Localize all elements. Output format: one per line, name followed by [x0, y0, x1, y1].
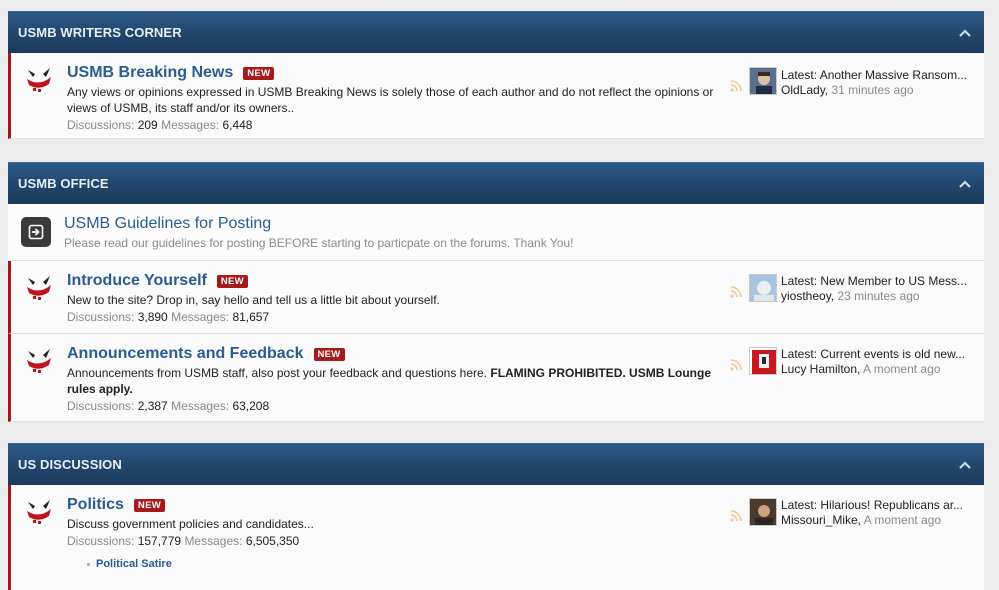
category-header[interactable]: USMB OFFICE — [8, 162, 984, 204]
category-usmb-office: USMB OFFICE USMB Guidelines for Posting … — [8, 162, 984, 422]
forum-stats: Discussions: 3,890 Messages: 81,657 — [67, 309, 727, 325]
messages-label: Messages: — [184, 534, 243, 548]
forum-stats: Discussions: 2,387 Messages: 63,208 — [67, 398, 727, 414]
usmb-logo-icon — [27, 500, 51, 524]
forum-title[interactable]: Introduce Yourself — [67, 272, 207, 290]
latest-user[interactable]: yiostheoy, — [781, 289, 834, 303]
latest-post: Latest: Current events is old new... Luc… — [781, 347, 977, 377]
latest-thread-link[interactable]: Latest: New Member to US Mess... — [781, 274, 977, 289]
arrow-right-box-icon — [21, 217, 51, 247]
discussions-count: 157,779 — [137, 534, 182, 548]
usmb-logo-icon — [27, 276, 51, 300]
avatar[interactable] — [749, 498, 777, 526]
new-badge: NEW — [243, 66, 275, 80]
usmb-logo-icon — [27, 349, 51, 373]
new-badge: NEW — [216, 274, 248, 288]
latest-thread-link[interactable]: Latest: Current events is old new... — [781, 347, 977, 362]
forum-stats: Discussions: 157,779 Messages: 6,505,350 — [67, 533, 727, 549]
messages-count: 6,448 — [222, 118, 253, 132]
latest-time[interactable]: 23 minutes ago — [837, 289, 919, 303]
link-forum-description: Please read our guidelines for posting B… — [64, 236, 574, 250]
latest-user[interactable]: Missouri_Mike, — [781, 513, 861, 527]
discussions-label: Discussions: — [67, 534, 135, 548]
chevron-up-icon[interactable] — [958, 177, 972, 191]
forum-node: USMB Breaking News NEW Any views or opin… — [8, 53, 984, 139]
link-forum-title[interactable]: USMB Guidelines for Posting — [64, 215, 271, 232]
discussions-count: 209 — [137, 118, 158, 132]
latest-post: Latest: New Member to US Mess... yiosthe… — [781, 274, 977, 304]
forum-node: Introduce Yourself NEW New to the site? … — [8, 261, 984, 334]
new-badge: NEW — [133, 498, 165, 512]
latest-user[interactable]: Lucy Hamilton, — [781, 362, 860, 376]
messages-count: 6,505,350 — [245, 534, 300, 548]
latest-post: Latest: Hilarious! Republicans ar... Mis… — [781, 498, 977, 528]
messages-count: 81,657 — [232, 310, 270, 324]
forum-description: Announcements from USMB staff, also post… — [67, 365, 727, 397]
category-title[interactable]: USMB OFFICE — [18, 176, 109, 191]
usmb-logo-icon — [27, 68, 51, 92]
forum-title[interactable]: USMB Breaking News — [67, 64, 233, 82]
latest-time[interactable]: 31 minutes ago — [831, 83, 913, 97]
latest-time[interactable]: A moment ago — [863, 362, 940, 376]
category-header[interactable]: US DISCUSSION — [8, 443, 984, 485]
messages-label: Messages: — [171, 310, 230, 324]
messages-label: Messages: — [161, 118, 220, 132]
subforum-link[interactable]: Political Satire — [87, 558, 727, 570]
rss-icon[interactable] — [730, 359, 742, 371]
bullet-icon — [87, 562, 90, 566]
new-badge: NEW — [313, 347, 345, 361]
chevron-up-icon[interactable] — [958, 458, 972, 472]
category-title[interactable]: USMB WRITERS CORNER — [18, 25, 182, 40]
avatar[interactable] — [749, 274, 777, 302]
messages-label: Messages: — [171, 399, 230, 413]
rss-icon[interactable] — [730, 286, 742, 298]
category-writers-corner: USMB WRITERS CORNER USMB Breaking News N… — [8, 11, 984, 139]
forum-description: Discuss government policies and candidat… — [67, 517, 314, 531]
latest-time[interactable]: A moment ago — [864, 513, 941, 527]
messages-count: 63,208 — [232, 399, 270, 413]
forum-description-text: Announcements from USMB staff, also post… — [67, 366, 488, 380]
category-us-discussion: US DISCUSSION Politics NEW Discuss gover… — [8, 443, 984, 590]
latest-thread-link[interactable]: Latest: Hilarious! Republicans ar... — [781, 498, 977, 513]
chevron-up-icon[interactable] — [958, 26, 972, 40]
rss-icon[interactable] — [730, 510, 742, 522]
avatar[interactable] — [749, 67, 777, 95]
latest-post: Latest: Another Massive Ransom... OldLad… — [781, 68, 977, 98]
forum-node: Politics NEW Discuss government policies… — [8, 485, 984, 590]
latest-user[interactable]: OldLady, — [781, 83, 828, 97]
category-header[interactable]: USMB WRITERS CORNER — [8, 11, 984, 53]
forum-node: Announcements and Feedback NEW Announcem… — [8, 334, 984, 422]
forum-description: New to the site? Drop in, say hello and … — [67, 293, 440, 307]
discussions-label: Discussions: — [67, 399, 135, 413]
forum-title[interactable]: Politics — [67, 496, 124, 514]
subforum-label[interactable]: Political Satire — [96, 558, 172, 570]
discussions-count: 3,890 — [137, 310, 168, 324]
discussions-label: Discussions: — [67, 118, 135, 132]
discussions-count: 2,387 — [137, 399, 168, 413]
forum-description: Any views or opinions expressed in USMB … — [67, 85, 714, 115]
avatar[interactable] — [749, 347, 777, 375]
discussions-label: Discussions: — [67, 310, 135, 324]
forum-title[interactable]: Announcements and Feedback — [67, 345, 304, 363]
latest-thread-link[interactable]: Latest: Another Massive Ransom... — [781, 68, 977, 83]
category-title[interactable]: US DISCUSSION — [18, 457, 122, 472]
rss-icon[interactable] — [730, 80, 742, 92]
link-forum-node: USMB Guidelines for Posting Please read … — [8, 204, 984, 261]
forum-stats: Discussions: 209 Messages: 6,448 — [67, 117, 727, 133]
